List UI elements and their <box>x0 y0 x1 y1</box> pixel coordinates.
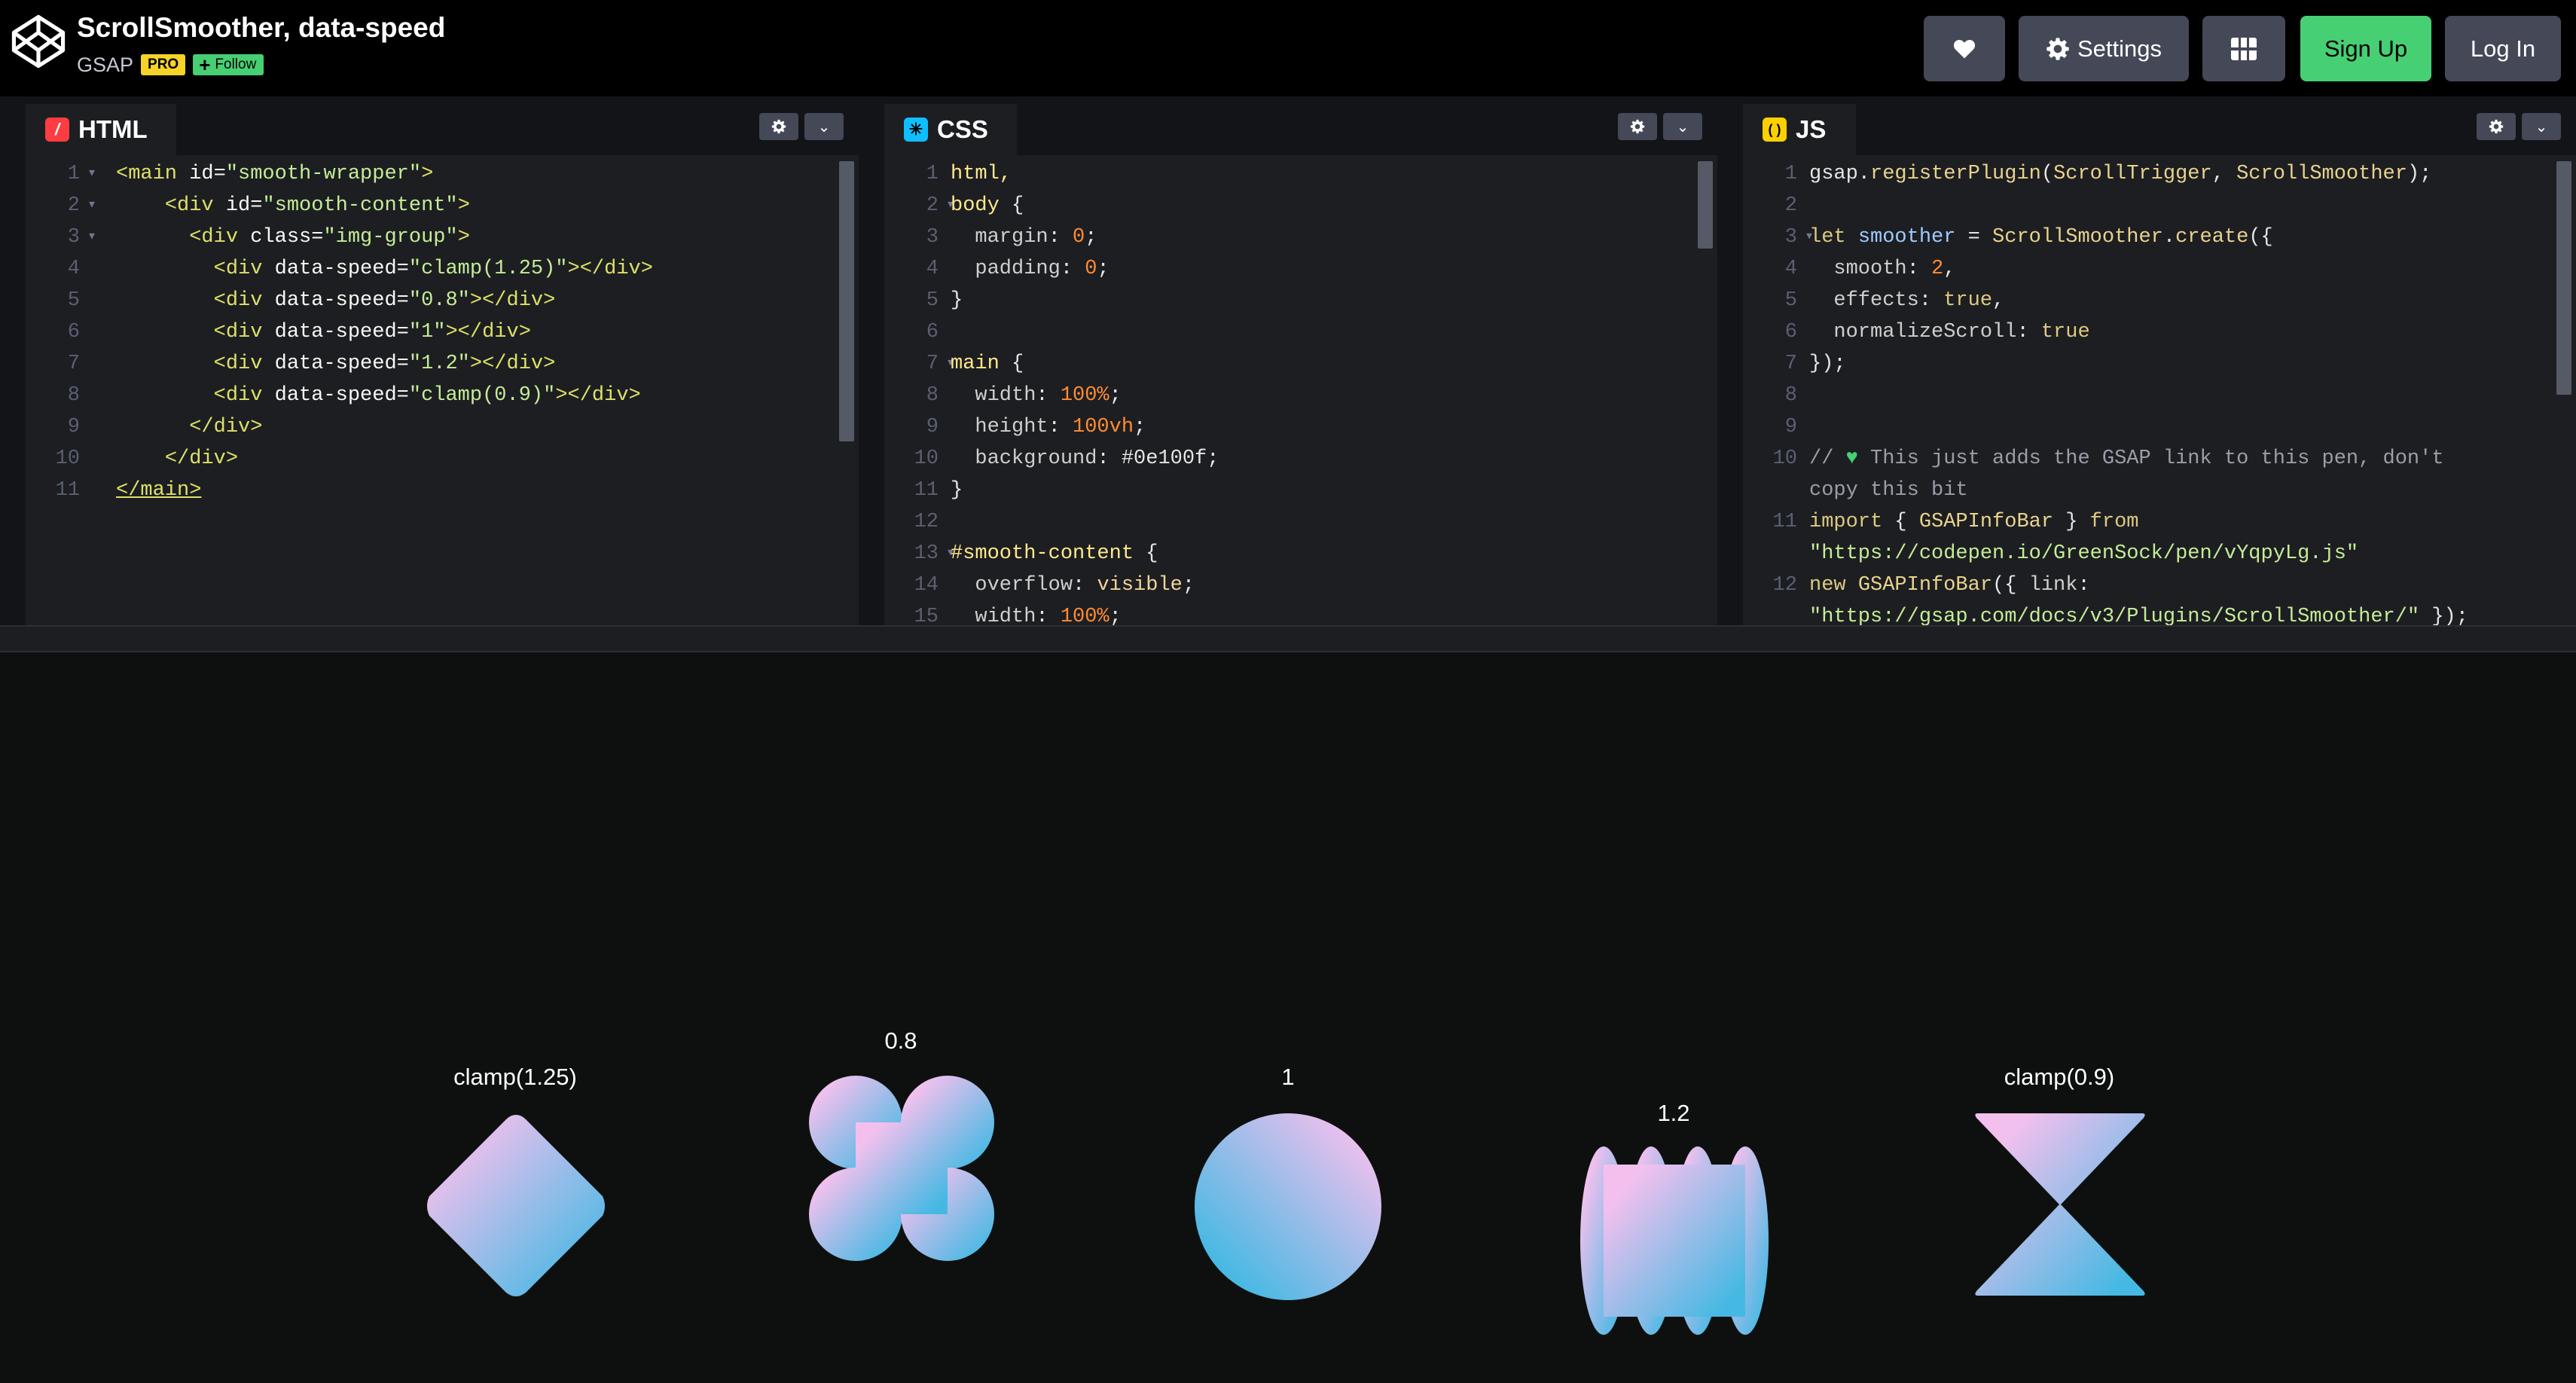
hourglass-shape <box>1975 1113 2145 1296</box>
shape-label-4: 1.2 <box>1657 1100 1690 1126</box>
gear-icon <box>1630 119 1645 134</box>
tab-css[interactable]: ✳ CSS <box>884 104 1017 155</box>
result-preview: clamp(1.25) 0.8 1 1.2 clamp(0.9) <box>0 652 2576 1383</box>
gear-icon <box>2046 37 2069 60</box>
pen-title: ScrollSmoother, data-speed <box>77 12 446 43</box>
js-editor-settings-button[interactable] <box>2477 113 2516 140</box>
js-tab-label: JS <box>1796 115 1827 143</box>
js-lang-icon: ( ) <box>1763 118 1787 142</box>
log-in-button[interactable]: Log In <box>2445 16 2561 81</box>
author-link[interactable]: GSAP <box>77 53 133 77</box>
heart-button[interactable] <box>1924 16 2005 81</box>
html-lang-icon: / <box>45 118 69 142</box>
js-editor: ( ) JS ⌄ 123456789101112 gsap.registerPl… <box>1743 96 2576 625</box>
html-code-area[interactable]: 1234567891011 <main id="smooth-wrapper">… <box>26 155 859 625</box>
gear-icon <box>2489 119 2504 134</box>
tab-js[interactable]: ( ) JS <box>1743 104 1856 155</box>
js-scrollbar[interactable] <box>2556 161 2571 395</box>
settings-label: Settings <box>2077 35 2162 62</box>
gear-icon <box>771 119 786 134</box>
shape-label-3: 1 <box>1281 1064 1295 1090</box>
shape-label-1: clamp(1.25) <box>453 1064 577 1090</box>
html-tab-label: HTML <box>78 115 148 143</box>
html-line-numbers: 1234567891011 <box>26 158 101 506</box>
layout-grid-icon <box>2231 37 2257 60</box>
tab-html[interactable]: / HTML <box>26 104 176 155</box>
flower-shape <box>809 1076 994 1261</box>
html-code: <main id="smooth-wrapper"> <div id="smoo… <box>116 163 653 502</box>
css-tab-label: CSS <box>937 115 988 143</box>
css-code-area[interactable]: 123456789101112131415 html,body { margin… <box>884 155 1717 625</box>
heart-icon <box>1953 39 1976 58</box>
sign-up-button[interactable]: Sign Up <box>2300 16 2431 81</box>
css-code: html, body { margin: 0; padding: 0;} main… <box>951 163 1219 625</box>
css-editor-collapse-button[interactable]: ⌄ <box>1663 113 1702 140</box>
diamond-shape <box>427 1115 605 1296</box>
change-view-button[interactable] <box>2202 16 2285 81</box>
settings-button[interactable]: Settings <box>2019 16 2189 81</box>
chevron-down-icon: ⌄ <box>817 118 831 136</box>
js-line-numbers: 123456789101112 <box>1743 158 1818 601</box>
html-scrollbar[interactable] <box>839 161 854 441</box>
wavy-shape <box>1580 1146 1769 1335</box>
editor-panes: / HTML ⌄ 1234567891011 <main id="smooth-… <box>0 96 2576 625</box>
chevron-down-icon: ⌄ <box>1676 118 1689 136</box>
css-editor-settings-button[interactable] <box>1618 113 1657 140</box>
plus-icon: + <box>199 53 211 76</box>
chevron-down-icon: ⌄ <box>2535 118 2548 136</box>
follow-button[interactable]: + Follow <box>193 54 264 75</box>
preview-resize-handle[interactable] <box>0 625 2576 652</box>
html-editor-settings-button[interactable] <box>759 113 798 140</box>
follow-label: Follow <box>215 56 257 72</box>
js-editor-collapse-button[interactable]: ⌄ <box>2522 113 2561 140</box>
css-scrollbar[interactable] <box>1698 161 1713 249</box>
circle-shape <box>1195 1113 1381 1300</box>
css-line-numbers: 123456789101112131415 <box>884 158 960 625</box>
html-editor: / HTML ⌄ 1234567891011 <main id="smooth-… <box>26 96 859 625</box>
pro-badge: PRO <box>141 54 186 75</box>
codepen-logo-icon[interactable] <box>11 14 66 69</box>
shape-label-5: clamp(0.9) <box>2004 1064 2115 1090</box>
js-tab-strip <box>1743 96 2576 155</box>
css-editor: ✳ CSS ⌄ 123456789101112131415 html,body … <box>884 96 1717 625</box>
author-row: GSAP PRO + Follow <box>77 51 264 78</box>
shape-label-2: 0.8 <box>884 1027 917 1054</box>
js-code-area[interactable]: 123456789101112 gsap.registerPlugin(Scro… <box>1743 155 2576 625</box>
html-editor-collapse-button[interactable]: ⌄ <box>804 113 844 140</box>
css-lang-icon: ✳ <box>904 118 928 142</box>
top-header: ScrollSmoother, data-speed GSAP PRO + Fo… <box>0 0 2576 96</box>
js-code: gsap.registerPlugin(ScrollTrigger, Scrol… <box>1809 163 2468 625</box>
